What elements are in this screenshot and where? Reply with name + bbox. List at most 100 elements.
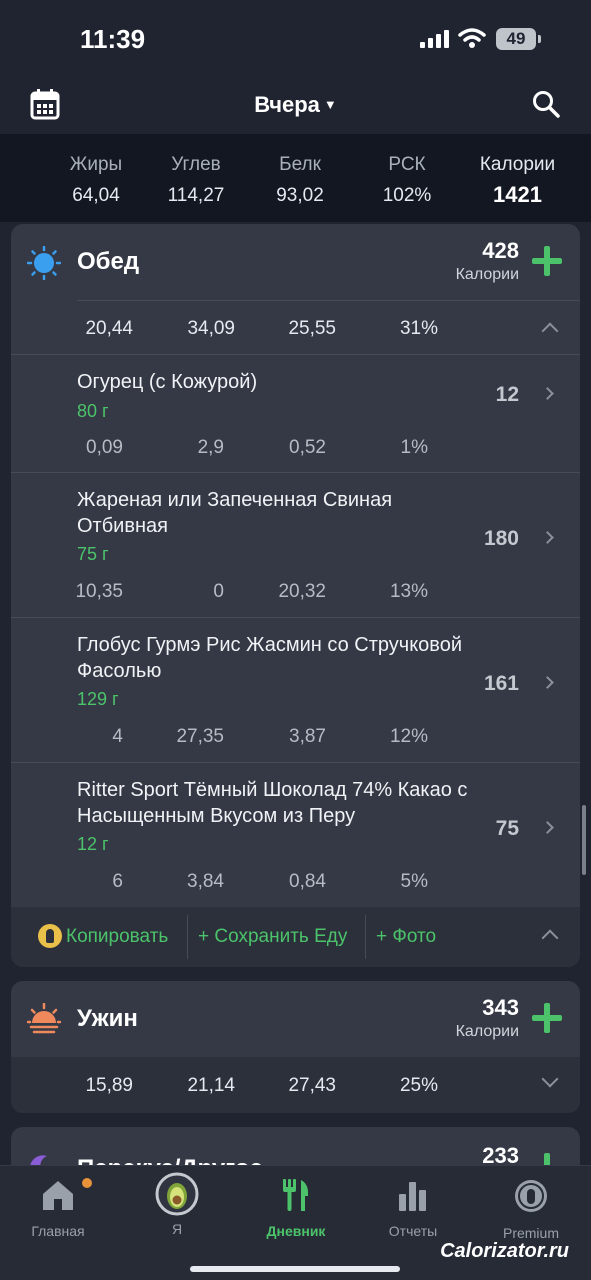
meal-header-dinner[interactable]: Ужин 343 Калории — [11, 981, 580, 1057]
meal-calories: 343 Калории — [456, 995, 519, 1041]
meal-header-lunch[interactable]: Обед 428 Калории — [11, 224, 580, 300]
food-name: Огурец (с Кожурой) — [77, 371, 258, 393]
home-indicator — [190, 1266, 400, 1272]
summary-calories-value: 1421 — [493, 182, 542, 207]
summary-rdi-value: 102% — [382, 185, 432, 206]
total-rdi: 25% — [399, 1075, 438, 1096]
caret-down-icon: ▼ — [323, 97, 337, 112]
food-calories: 12 — [495, 383, 519, 406]
food-carb: 0 — [213, 581, 224, 602]
food-protein: 20,32 — [278, 581, 326, 602]
food-calories: 75 — [495, 817, 519, 840]
premium-lock-icon — [515, 1180, 547, 1212]
divider — [187, 915, 188, 959]
summary-rdi-label: РСК — [388, 154, 426, 175]
collapse-actions-chevron-icon[interactable] — [541, 929, 559, 947]
add-food-button[interactable] — [532, 246, 562, 276]
summary-protein: Белк 93,02 — [260, 154, 340, 207]
add-food-button[interactable] — [532, 1003, 562, 1033]
summary-protein-value: 93,02 — [276, 185, 324, 206]
meal-card-lunch: Обед 428 Калории 20,44 34,09 25,55 31% О… — [11, 224, 580, 967]
date-selector[interactable]: Вчера ▼ — [0, 92, 591, 118]
total-rdi: 31% — [399, 318, 438, 339]
meal-calories-label: Калории — [455, 1023, 519, 1040]
summary-fat-value: 64,04 — [72, 185, 120, 206]
meal-calories-value: 343 — [482, 995, 519, 1020]
food-fat: 10,35 — [75, 581, 123, 602]
food-name: Глобус Гурмэ Рис Жасмин со Стручковой Фа… — [77, 634, 462, 682]
meal-name: Ужин — [77, 1005, 138, 1032]
food-item[interactable]: Жареная или Запеченная Свиная Отбивная 7… — [11, 472, 580, 617]
scrollbar[interactable] — [582, 805, 586, 875]
meal-calories: 428 Калории — [456, 238, 519, 284]
meal-totals[interactable]: 15,89 21,14 27,43 25% — [11, 1057, 580, 1113]
total-carb: 21,14 — [187, 1075, 235, 1096]
tab-label: Premium — [502, 1225, 559, 1241]
total-fat: 20,44 — [85, 318, 133, 339]
battery-indicator: 49 — [496, 28, 536, 50]
tab-label: Отчеты — [388, 1223, 438, 1239]
watermark: Calorizator.ru — [440, 1240, 569, 1262]
tab-reports[interactable]: Отчеты — [363, 1178, 463, 1239]
total-carb: 34,09 — [187, 318, 235, 339]
food-rdi: 12% — [389, 726, 428, 747]
fork-knife-icon — [283, 1179, 309, 1211]
premium-lock-icon — [38, 924, 62, 948]
cellular-signal-icon — [420, 30, 449, 48]
meal-totals[interactable]: 20,44 34,09 25,55 31% — [77, 300, 580, 354]
meal-card-dinner: Ужин 343 Калории 15,89 21,14 27,43 25% — [11, 981, 580, 1113]
food-name: Жареная или Запеченная Свиная Отбивная — [77, 489, 393, 537]
collapse-chevron-icon[interactable] — [541, 322, 559, 340]
food-item[interactable]: Огурец (с Кожурой) 80 г 12 0,09 2,9 0,52… — [11, 354, 580, 472]
summary-carb: Углев 114,27 — [156, 154, 236, 207]
tab-home[interactable]: Главная — [8, 1178, 108, 1239]
tab-premium[interactable]: Premium — [481, 1178, 581, 1241]
meal-calories-value: 428 — [482, 238, 519, 263]
food-grams: 80 г — [77, 401, 109, 421]
photo-button[interactable]: + Фото — [376, 926, 436, 948]
status-time: 11:39 — [80, 24, 146, 54]
summary-protein-label: Белк — [279, 154, 321, 175]
daily-summary: Жиры 64,04 Углев 114,27 Белк 93,02 РСК 1… — [0, 134, 591, 222]
notification-dot — [82, 1178, 92, 1188]
food-protein: 0,52 — [289, 437, 326, 458]
save-food-button[interactable]: + Сохранить Еду — [198, 926, 347, 948]
summary-carb-value: 114,27 — [167, 185, 225, 206]
tab-bar: Главная Я Дневник Отчеты Premium Caloriz… — [0, 1165, 591, 1280]
tab-diary[interactable]: Дневник — [246, 1178, 346, 1239]
chevron-right-icon — [541, 531, 554, 544]
food-fat: 4 — [112, 726, 123, 747]
header: Вчера ▼ — [0, 78, 591, 134]
food-rdi: 1% — [400, 437, 428, 458]
food-item[interactable]: Ritter Sport Тёмный Шоколад 74% Какао с … — [11, 762, 580, 907]
summary-fat-label: Жиры — [69, 154, 123, 175]
food-grams: 75 г — [77, 544, 109, 564]
summary-calories-label: Калории — [479, 154, 556, 175]
summary-calories: Калории 1421 — [470, 154, 565, 208]
tab-me[interactable]: Я — [127, 1172, 227, 1237]
food-calories: 180 — [483, 527, 519, 550]
expand-chevron-icon[interactable] — [541, 1070, 559, 1088]
chevron-right-icon — [541, 387, 554, 400]
food-item[interactable]: Глобус Гурмэ Рис Жасмин со Стручковой Фа… — [11, 617, 580, 762]
summary-rdi: РСК 102% — [367, 154, 447, 207]
summary-carb-label: Углев — [171, 154, 221, 175]
avatar-icon — [155, 1172, 199, 1216]
tab-label: Дневник — [266, 1223, 326, 1239]
total-protein: 27,43 — [288, 1075, 336, 1096]
food-rdi: 13% — [389, 581, 428, 602]
food-fat: 6 — [112, 871, 123, 892]
page-title: Вчера — [254, 92, 320, 117]
tab-label: Я — [171, 1221, 183, 1237]
copy-button[interactable]: Копировать — [66, 926, 168, 948]
search-icon[interactable] — [532, 90, 560, 118]
summary-fat: Жиры 64,04 — [56, 154, 136, 207]
food-carb: 2,9 — [197, 437, 224, 458]
food-protein: 0,84 — [289, 871, 326, 892]
battery-tip — [538, 35, 541, 43]
bar-chart-icon — [399, 1182, 426, 1211]
home-icon — [43, 1181, 73, 1210]
food-protein: 3,87 — [289, 726, 326, 747]
food-fat: 0,09 — [86, 437, 123, 458]
food-carb: 27,35 — [176, 726, 224, 747]
